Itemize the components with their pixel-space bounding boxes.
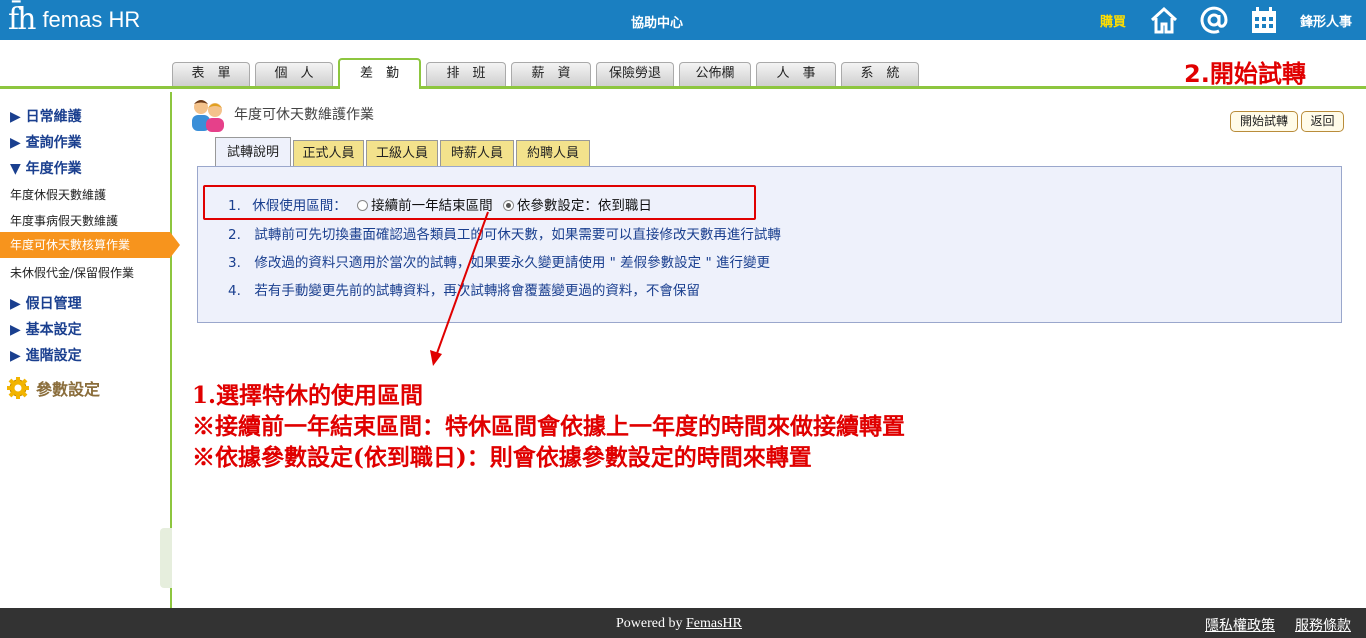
sidebar-item-advanced[interactable]: ▶ 進階設定 [10,345,82,365]
page-header: 年度可休天數維護作業 [188,96,374,132]
back-button[interactable]: 返回 [1301,111,1344,132]
privacy-policy-link[interactable]: 隱私權政策 [1205,615,1275,635]
powered-prefix: Powered by [616,616,686,631]
tab-shift[interactable]: 排 班 [426,62,506,86]
main-tab-bar: 表 單 個 人 差 勤 排 班 薪 資 保險勞退 公佈欄 人 事 系 統 [0,58,1366,89]
buy-link[interactable]: 購買 [1100,11,1126,30]
tab-attendance[interactable]: 差 勤 [338,58,421,89]
tab-system[interactable]: 系 統 [841,62,919,86]
sidebar-collapse-handle[interactable] [160,528,172,588]
tab-bulletin[interactable]: 公佈欄 [679,62,751,86]
help-center-title[interactable]: 協助中心 [600,12,714,31]
tab-personnel[interactable]: 人 事 [756,62,836,86]
sidebar-item-daily[interactable]: ▶ 日常維護 [10,106,82,126]
sidebar-subitem-leave-calc[interactable]: 年度可休天數核算作業 [0,232,180,258]
instruction-item-2: 2. 試轉前可先切換畫面確認過各類員工的可休天數，如果需要可以直接修改天數再進行… [228,227,781,243]
subtab-instructions[interactable]: 試轉說明 [215,137,291,167]
subtab-regular-staff[interactable]: 正式人員 [293,140,364,167]
tab-personal[interactable]: 個 人 [255,62,333,86]
footer: Powered by FemasHR 隱私權政策 服務條款 [0,608,1366,638]
sidebar-subitem-unused-leave[interactable]: 未休假代金/保留假作業 [10,264,134,281]
sidebar-item-holiday[interactable]: ▶ 假日管理 [10,293,82,313]
annotation-line-1: 1.選擇特休的使用區間 [192,382,424,409]
gear-icon [7,377,29,399]
page-title: 年度可休天數維護作業 [234,107,374,123]
sidebar: ▶ 日常維護 ▶ 查詢作業 ▼ 年度作業 年度休假天數維護 年度事病假天數維護 … [0,92,180,608]
params-label: 參數設定 [36,380,101,399]
annotation-arrow [430,211,489,366]
company-name: 鋒形人事 [1300,15,1353,30]
sidebar-item-annual[interactable]: ▼ 年度作業 [10,158,82,178]
femas-logo[interactable]: f̄h femas HR [8,4,140,36]
tab-insurance[interactable]: 保險勞退 [596,62,674,86]
logo-mark: f̄h [8,2,36,37]
people-icon [192,100,224,132]
sidebar-item-basic[interactable]: ▶ 基本設定 [10,319,82,339]
logo-text: femas HR [42,7,141,32]
sidebar-item-params[interactable]: 參數設定 [6,376,100,400]
annotation-line-3: ※依據參數設定(依到職日)：則會依據參數設定的時間來轉置 [192,444,812,471]
calendar-icon[interactable] [1249,5,1279,35]
start-trial-button[interactable]: 開始試轉 [1230,111,1298,132]
femashr-link[interactable]: FemasHR [686,616,742,631]
annotation-line-2: ※接續前一年結束區間：特休區間會依據上一年度的時間來做接續轉置 [192,413,905,440]
sidebar-subitem-annual-leave[interactable]: 年度休假天數維護 [10,186,106,203]
sidebar-subitem-sick-leave[interactable]: 年度事病假天數維護 [10,212,118,229]
tab-salary[interactable]: 薪 資 [511,62,591,86]
terms-link[interactable]: 服務條款 [1295,615,1351,635]
subtab-labor-staff[interactable]: 工級人員 [366,140,438,167]
tab-form[interactable]: 表 單 [172,62,250,86]
sidebar-item-query[interactable]: ▶ 查詢作業 [10,132,82,152]
powered-by: Powered by FemasHR [616,616,742,632]
home-icon[interactable] [1149,5,1179,35]
subtab-contract-staff[interactable]: 約聘人員 [516,140,590,167]
at-icon[interactable] [1199,5,1229,35]
subtab-hourly-staff[interactable]: 時薪人員 [440,140,514,167]
top-header: f̄h femas HR 協助中心 購買 鋒形人事 [0,0,1366,40]
annotation-start: 2.開始試轉 [1184,60,1306,88]
